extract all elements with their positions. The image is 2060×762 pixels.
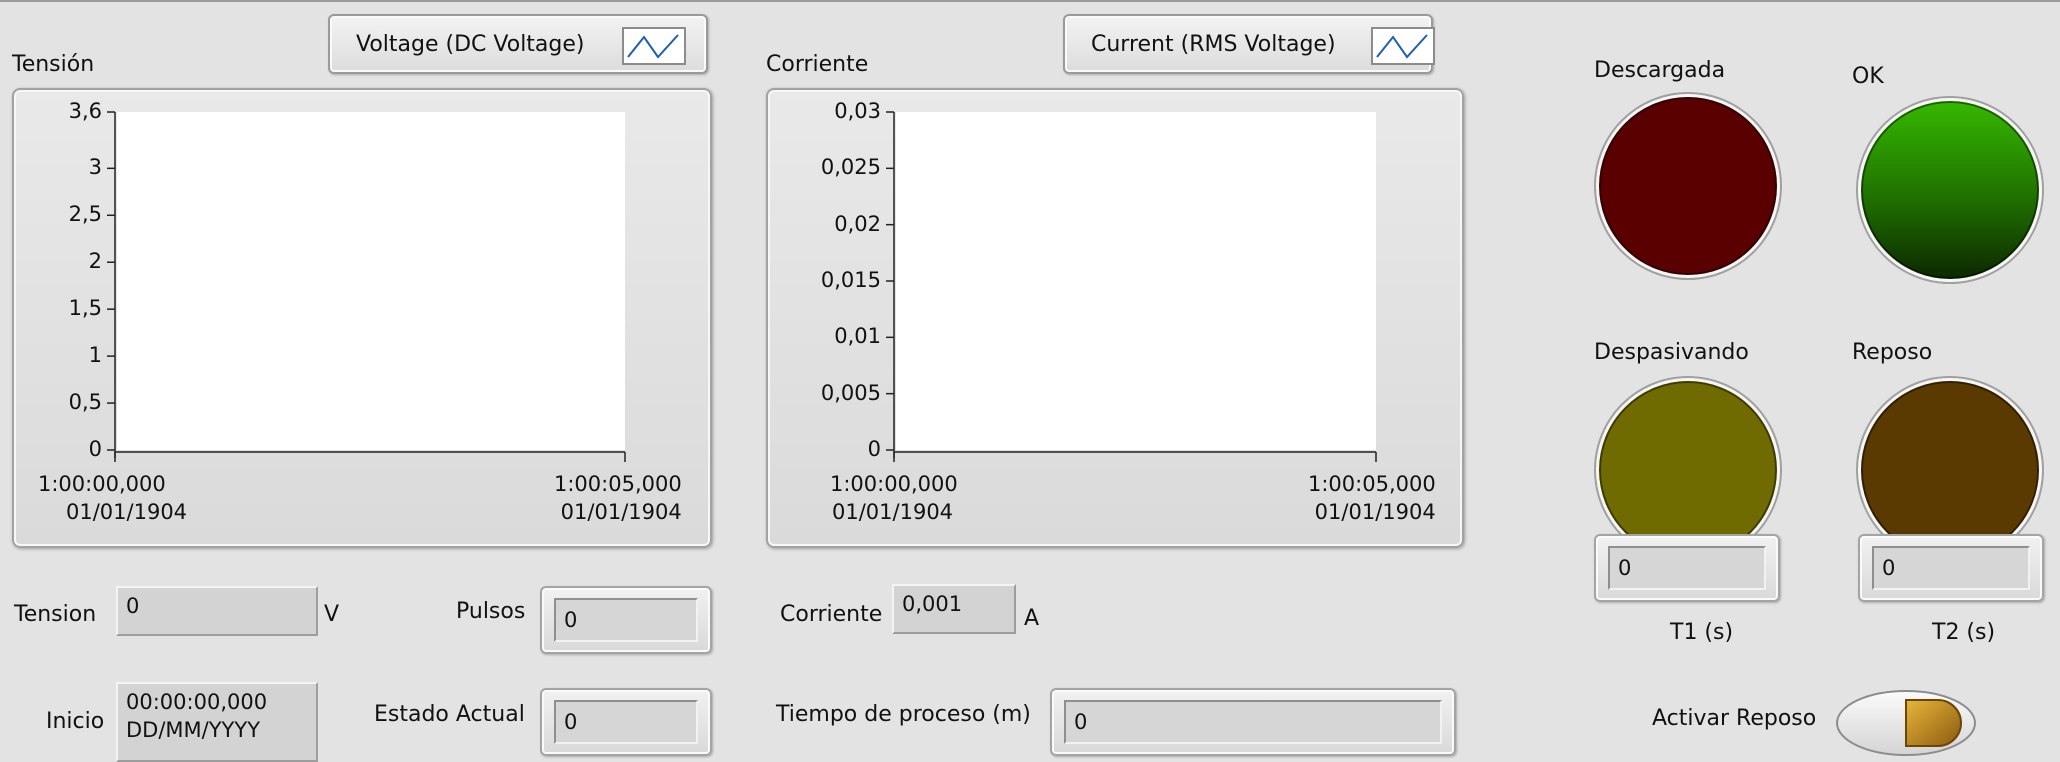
voltage-graph-title: Tensión [12, 52, 95, 77]
y-tick-label: 0,5 [68, 390, 102, 415]
activar-reposo-button[interactable] [1834, 688, 1978, 758]
x-tick-time: 1:00:00,000 [830, 472, 958, 496]
y-tick-label: 0 [88, 437, 102, 461]
descargada-led[interactable] [1596, 94, 1780, 278]
t2-value[interactable]: 0 [1872, 546, 2030, 590]
y-tick-label: 0,03 [834, 99, 881, 123]
x-tick-date: 01/01/1904 [832, 500, 954, 524]
despasivando-label: Despasivando [1594, 340, 1749, 365]
tiempo-proceso-label: Tiempo de proceso (m) [776, 702, 1031, 727]
toggle-button-icon [1836, 690, 1976, 756]
y-tick-label: 0 [867, 437, 881, 461]
voltage-x-tick-start: 1:00:00,000 01/01/1904 [38, 470, 187, 526]
y-tick-label: 0,02 [834, 211, 881, 236]
voltage-graph[interactable]: 3,6 3 2,5 2 1,5 1 0,5 0 1:00:00,000 01/01/1904 … [12, 88, 712, 548]
current-plot-legend[interactable]: Current (RMS Voltage) [1063, 14, 1435, 74]
estado-actual-label: Estado Actual [374, 702, 525, 727]
ok-led[interactable] [1858, 98, 2042, 282]
pulsos-value[interactable]: 0 [554, 598, 698, 642]
y-tick-label: 1,5 [68, 296, 102, 321]
t1-control[interactable]: 0 [1594, 534, 1780, 602]
current-x-tick-start: 1:00:00,000 01/01/1904 [830, 470, 958, 526]
ok-label: OK [1852, 64, 1884, 89]
x-tick-time: 1:00:05,000 [1308, 472, 1436, 496]
y-tick-label: 1 [88, 343, 102, 368]
tiempo-proceso-value[interactable]: 0 [1064, 700, 1442, 744]
corriente-label: Corriente [780, 602, 883, 627]
reposo-label: Reposo [1852, 340, 1933, 365]
t2-label: T2 (s) [1932, 620, 1996, 645]
inicio-indicator: 00:00:00,000 DD/MM/YYYY [116, 682, 318, 762]
t1-value[interactable]: 0 [1608, 546, 1766, 590]
y-tick-label: 2,5 [68, 202, 102, 227]
corriente-unit: A [1024, 606, 1040, 631]
front-panel: Tensión Voltage (DC Voltage) 3,6 3 2,5 2 1,5… [0, 0, 2060, 762]
activar-reposo-label: Activar Reposo [1652, 706, 1817, 731]
corriente-indicator: 0,001 [892, 584, 1016, 634]
x-tick-time: 1:00:00,000 [38, 472, 166, 496]
x-tick-date: 01/01/1904 [66, 500, 188, 524]
current-legend-label: Current (RMS Voltage) [1091, 31, 1336, 57]
voltage-x-tick-end: 1:00:05,000 01/01/1904 [554, 470, 682, 526]
x-tick-date: 01/01/1904 [560, 500, 682, 524]
line-style-icon [1371, 27, 1435, 65]
y-tick-label: 3 [88, 155, 102, 180]
pulsos-label: Pulsos [456, 599, 526, 624]
current-x-tick-end: 1:00:05,000 01/01/1904 [1308, 470, 1436, 526]
descargada-label: Descargada [1594, 58, 1726, 83]
tiempo-proceso-control[interactable]: 0 [1050, 688, 1456, 756]
voltage-legend-label: Voltage (DC Voltage) [356, 31, 585, 57]
y-tick-label: 0,005 [820, 380, 881, 405]
y-tick-label: 0,01 [834, 324, 881, 349]
x-tick-time: 1:00:05,000 [554, 472, 682, 496]
voltage-plot-legend[interactable]: Voltage (DC Voltage) [328, 14, 708, 74]
y-tick-label: 0,015 [820, 268, 881, 292]
inicio-label: Inicio [46, 709, 105, 734]
t1-label: T1 (s) [1670, 620, 1734, 645]
line-style-icon [622, 27, 686, 65]
estado-actual-control[interactable]: 0 [540, 688, 712, 756]
current-graph[interactable]: 0,03 0,025 0,02 0,015 0,01 0,005 0 1:00:00,000… [766, 88, 1464, 548]
tension-indicator: 0 [116, 586, 318, 636]
tension-label: Tension [14, 602, 97, 627]
x-tick-date: 01/01/1904 [1314, 500, 1436, 524]
current-graph-title: Corriente [766, 52, 869, 77]
estado-actual-value[interactable]: 0 [554, 700, 698, 744]
inicio-date: DD/MM/YYYY [126, 718, 261, 742]
pulsos-control[interactable]: 0 [540, 586, 712, 654]
y-tick-label: 0,025 [820, 155, 881, 180]
tension-unit: V [324, 602, 340, 627]
y-tick-label: 2 [88, 249, 102, 274]
inicio-time: 00:00:00,000 [126, 690, 268, 714]
t2-control[interactable]: 0 [1858, 534, 2044, 602]
y-tick-label: 3,6 [68, 99, 102, 123]
